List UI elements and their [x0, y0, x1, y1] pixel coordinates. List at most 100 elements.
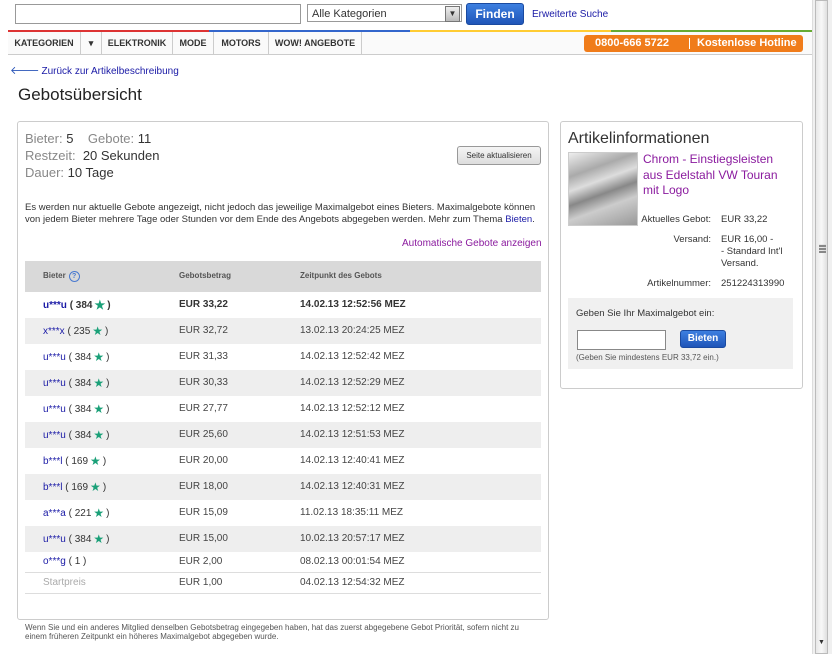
bidder-cell: u***u ( 384 ★): [43, 526, 110, 553]
nav-item-wow-angebote[interactable]: WOW! ANGEBOTE: [269, 32, 362, 54]
page-title: Gebotsübersicht: [18, 85, 142, 104]
scrollbar-thumb[interactable]: [815, 0, 828, 654]
nav-item-motors[interactable]: MOTORS: [214, 32, 269, 54]
bid-time: 14.02.13 12:40:41 MEZ: [300, 455, 405, 466]
feedback-score-close: ): [106, 378, 110, 389]
feedback-star-icon: ★: [93, 506, 105, 520]
feedback-score-close: ): [102, 482, 107, 493]
table-row: b***l ( 169 ★) EUR 20,00 14.02.13 12:40:41 …: [25, 448, 541, 474]
feedback-star-icon: ★: [93, 428, 105, 442]
hotline-label: Kostenlose Hotline: [697, 37, 797, 49]
feedback-score[interactable]: ( 169: [65, 482, 88, 493]
bidder-cell: u***u ( 384 ★): [43, 370, 110, 397]
feedback-score[interactable]: ( 384: [69, 378, 92, 389]
bidder-cell: x***x ( 235 ★): [43, 318, 108, 345]
back-link-label: Zurück zur Artikelbeschreibung: [41, 66, 179, 77]
bidder-name[interactable]: u***u: [43, 404, 66, 415]
table-header: Bieter? Gebotsbetrag Zeitpunkt des Gebot…: [25, 261, 541, 292]
show-automatic-bids-link[interactable]: Automatische Gebote anzeigen: [402, 238, 542, 249]
bidder-name[interactable]: u***u: [43, 430, 66, 441]
feedback-score[interactable]: ( 384: [69, 404, 92, 415]
bid-amount: EUR 18,00: [179, 481, 228, 492]
scroll-down-arrow-icon[interactable]: ▼: [815, 636, 828, 650]
table-row: u***u ( 384 ★) EUR 31,33 14.02.13 12:52:42 …: [25, 344, 541, 370]
header-bidder: Bieter?: [43, 271, 80, 282]
remaining-value: 20 Sekunden: [82, 148, 160, 163]
bid-time: 14.02.13 12:52:56 MEZ: [300, 299, 406, 310]
current-bid-label: Aktuelles Gebot:: [641, 214, 711, 225]
table-body: u***u ( 384 ★) EUR 33,22 14.02.13 12:52:56 …: [25, 292, 541, 594]
info-text: Es werden nur aktuelle Gebote angezeigt,…: [25, 202, 543, 225]
feedback-score[interactable]: ( 384: [69, 430, 92, 441]
remaining-label: Restzeit:: [25, 148, 76, 163]
max-bid-label: Geben Sie Ihr Maximalgebot ein:: [576, 308, 715, 319]
nav-item-kategorien[interactable]: KATEGORIEN: [8, 32, 81, 54]
bidder-name[interactable]: u***u: [43, 300, 67, 311]
feedback-score[interactable]: ( 384: [69, 352, 92, 363]
shipping-detail-2: Versand.: [721, 258, 759, 269]
shipping-label: Versand:: [673, 234, 712, 245]
bidder-name[interactable]: u***u: [43, 352, 66, 363]
feedback-score-close: ): [102, 456, 107, 467]
feedback-score[interactable]: ( 384: [70, 300, 93, 311]
shipping-price: EUR 16,00 -: [721, 234, 774, 245]
bidder-name[interactable]: b***l: [43, 482, 62, 493]
feedback-score[interactable]: ( 235: [67, 326, 90, 337]
item-number-label: Artikelnummer:: [647, 278, 711, 289]
max-bid-input[interactable]: [577, 330, 666, 350]
bidder-name[interactable]: b***l: [43, 456, 62, 467]
bidder-name[interactable]: a***a: [43, 508, 66, 519]
shipping-value: EUR 16,00 - - Standard Int'l Versand.: [721, 234, 801, 270]
bid-button[interactable]: Bieten: [680, 330, 726, 348]
feedback-score[interactable]: ( 221: [69, 508, 92, 519]
bid-time: 08.02.13 00:01:54 MEZ: [300, 556, 405, 567]
bidder-cell: u***u ( 384 ★): [43, 344, 110, 371]
bidder-cell: Startpreis: [43, 573, 86, 593]
search-input[interactable]: [15, 4, 301, 24]
bid-amount: EUR 31,33: [179, 351, 228, 362]
chevron-down-icon[interactable]: ▼: [445, 6, 460, 22]
feedback-score-close: ): [106, 404, 110, 415]
start-price-label: Startpreis: [43, 577, 86, 588]
find-button[interactable]: Finden: [466, 3, 524, 25]
bidder-name[interactable]: o***g: [43, 556, 66, 567]
footer-note: Wenn Sie und ein anderes Mitglied densel…: [25, 623, 519, 641]
item-title-link[interactable]: Chrom - Einstiegsleisten aus Edelstahl V…: [643, 152, 793, 199]
bid-time: 14.02.13 12:40:31 MEZ: [300, 481, 405, 492]
feedback-star-icon: ★: [93, 402, 105, 416]
category-select-value: Alle Kategorien: [312, 8, 387, 20]
nav-item-mode[interactable]: MODE: [173, 32, 214, 54]
feedback-star-icon: ★: [93, 376, 105, 390]
feedback-score-close: ): [107, 300, 111, 311]
refresh-page-button[interactable]: Seite aktualisieren: [457, 146, 541, 165]
advanced-search-link[interactable]: Erweiterte Suche: [532, 9, 608, 20]
bidder-name[interactable]: u***u: [43, 534, 66, 545]
bidder-cell: u***u ( 384 ★): [43, 396, 110, 423]
bid-time: 14.02.13 12:52:42 MEZ: [300, 351, 405, 362]
feedback-score-close: ): [106, 430, 110, 441]
feedback-score[interactable]: ( 384: [69, 534, 92, 545]
feedback-score-close: ): [105, 326, 109, 337]
bidder-name[interactable]: x***x: [43, 326, 65, 337]
category-select[interactable]: Alle Kategorien ▼: [307, 4, 462, 22]
table-row: u***u ( 384 ★) EUR 25,60 14.02.13 12:51:53 …: [25, 422, 541, 448]
bid-amount: EUR 1,00: [179, 577, 223, 588]
help-icon[interactable]: ?: [68, 271, 80, 282]
back-to-item-link[interactable]: 🡐 Zurück zur Artikelbeschreibung: [10, 63, 179, 77]
hotline-banner[interactable]: 0800-666 5722 Kostenlose Hotline: [584, 35, 803, 52]
bidder-name[interactable]: u***u: [43, 378, 66, 389]
feedback-star-icon: ★: [93, 350, 105, 364]
feedback-star-icon: ★: [90, 454, 101, 468]
table-row: u***u ( 384 ★) EUR 30,33 14.02.13 12:52:29 …: [25, 370, 541, 396]
feedback-star-icon: ★: [90, 480, 101, 494]
bidders-value: 5: [66, 131, 74, 146]
bieten-help-link[interactable]: Bieten: [505, 214, 532, 225]
feedback-score[interactable]: ( 169: [65, 456, 88, 467]
bid-amount: EUR 30,33: [179, 377, 228, 388]
nav-dropdown-chevron-icon[interactable]: ▾: [81, 32, 102, 54]
feedback-score[interactable]: ( 1 ): [69, 556, 87, 567]
bid-time: 14.02.13 12:51:53 MEZ: [300, 429, 405, 440]
bid-amount: EUR 15,00: [179, 533, 228, 544]
nav-item-elektronik[interactable]: ELEKTRONIK: [102, 32, 173, 54]
table-row: u***u ( 384 ★) EUR 27,77 14.02.13 12:52:12 …: [25, 396, 541, 422]
